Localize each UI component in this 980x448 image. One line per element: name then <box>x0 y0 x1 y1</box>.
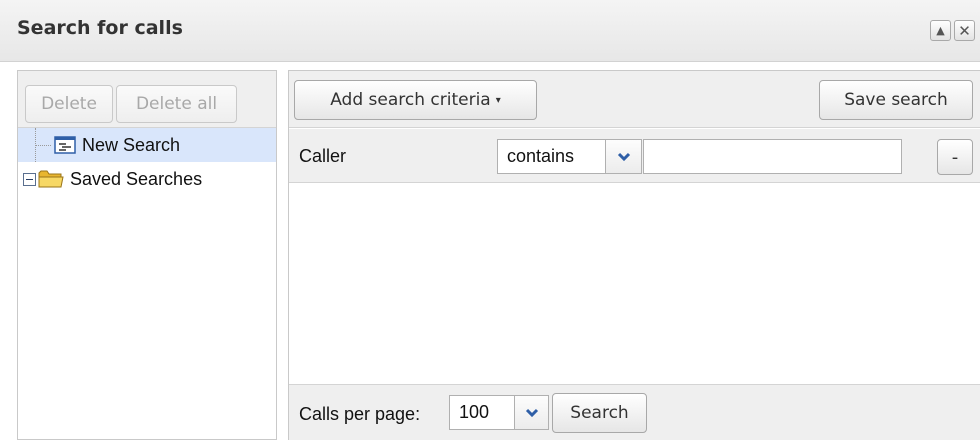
save-search-button[interactable]: Save search <box>819 80 973 120</box>
chevron-down-icon[interactable] <box>514 396 548 429</box>
tree-connector-line <box>35 145 51 146</box>
chevron-down-icon[interactable] <box>605 140 641 173</box>
criteria-field-label: Caller <box>299 146 347 166</box>
right-toolbar: Add search criteria ▾ Save search <box>289 71 980 128</box>
results-area <box>289 184 980 384</box>
delete-all-button[interactable]: Delete all <box>116 85 237 123</box>
close-icon: ✕ <box>958 21 971 40</box>
search-button[interactable]: Search <box>552 393 647 433</box>
delete-button[interactable]: Delete <box>25 85 113 123</box>
collapse-tree-icon[interactable] <box>23 172 36 186</box>
operator-select-value: contains <box>507 146 575 166</box>
add-search-criteria-button[interactable]: Add search criteria ▾ <box>294 80 537 120</box>
tree-item-label: New Search <box>82 134 181 155</box>
triangle-up-icon: ▲ <box>936 24 945 37</box>
tree-item-label: Saved Searches <box>70 168 203 189</box>
search-document-icon <box>54 136 76 154</box>
calls-per-page-label: Calls per page: <box>299 404 421 424</box>
remove-criteria-button[interactable]: - <box>937 139 973 175</box>
saved-searches-panel: Delete Delete all New Search Saved Searc… <box>17 70 277 440</box>
window-title: Search for calls <box>17 17 183 39</box>
add-search-criteria-label: Add search criteria <box>330 90 491 110</box>
folder-icon <box>38 169 64 189</box>
window-titlebar: Search for calls ▲ ✕ <box>0 0 980 62</box>
close-button[interactable]: ✕ <box>954 20 975 41</box>
criteria-value-input[interactable] <box>643 139 902 174</box>
calls-per-page-select[interactable]: 100 <box>449 395 549 430</box>
tree-item-new-search[interactable]: New Search <box>18 128 276 162</box>
dropdown-arrow-icon: ▾ <box>495 94 501 106</box>
left-toolbar: Delete Delete all <box>18 71 276 128</box>
calls-per-page-value: 100 <box>459 402 490 422</box>
collapse-button[interactable]: ▲ <box>930 20 951 41</box>
search-footer: Calls per page: 100 Search <box>289 384 980 440</box>
operator-select[interactable]: contains <box>497 139 642 174</box>
criteria-row: Caller contains - <box>289 129 980 183</box>
tree-item-saved-searches[interactable]: Saved Searches <box>18 162 276 196</box>
search-criteria-panel: Add search criteria ▾ Save search Caller… <box>288 70 980 440</box>
